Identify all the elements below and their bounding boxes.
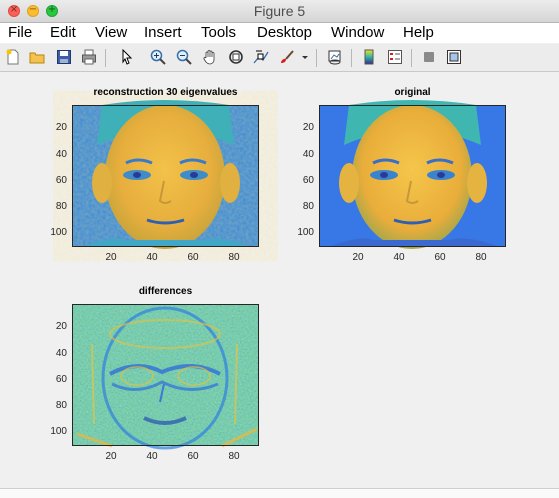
open-folder-icon[interactable]: [29, 49, 45, 65]
pan-hand-icon[interactable]: [202, 49, 218, 65]
dropdown-arrow-icon[interactable]: [300, 49, 310, 65]
x-tick: 40: [393, 252, 405, 263]
menu-edit[interactable]: Edit: [50, 24, 76, 41]
y-tick: 20: [302, 122, 314, 133]
y-tick: 100: [50, 227, 67, 238]
y-tick: 100: [297, 227, 314, 238]
y-tick: 20: [55, 122, 67, 133]
x-tick: 20: [352, 252, 364, 263]
plot-title: original: [394, 87, 431, 98]
face-image-reconstruction: [72, 100, 259, 249]
print-icon[interactable]: [81, 49, 97, 65]
y-tick: 20: [55, 321, 67, 332]
window-title: Figure 5: [253, 3, 306, 19]
new-file-icon[interactable]: [5, 49, 21, 65]
zoom-out-icon[interactable]: [176, 49, 192, 65]
save-icon[interactable]: [56, 49, 72, 65]
show-plot-tools-icon[interactable]: [446, 49, 462, 65]
y-tick: 40: [55, 348, 67, 359]
y-tick: 60: [302, 175, 314, 186]
plot-title: differences: [138, 286, 193, 297]
menu-window[interactable]: Window: [331, 24, 384, 41]
x-tick: 60: [187, 451, 199, 462]
menu-desktop[interactable]: Desktop: [257, 24, 312, 41]
menu-tools[interactable]: Tools: [201, 24, 236, 41]
axes-reconstruction[interactable]: reconstruction 30 eigenvalues 20 40 60 8…: [50, 87, 259, 263]
y-tick: 60: [55, 175, 67, 186]
x-tick: 80: [475, 252, 487, 263]
menu-insert[interactable]: Insert: [144, 24, 182, 41]
y-tick: 80: [302, 201, 314, 212]
y-tick: 100: [50, 426, 67, 437]
x-tick: 80: [228, 451, 240, 462]
y-tick: 80: [55, 201, 67, 212]
x-tick: 20: [105, 252, 117, 263]
difference-image: [72, 304, 259, 450]
x-tick: 40: [146, 451, 158, 462]
legend-icon[interactable]: [387, 49, 403, 65]
x-tick: 80: [228, 252, 240, 263]
menu-view[interactable]: View: [95, 24, 127, 41]
toolbar-separator: [411, 49, 412, 67]
menu-file[interactable]: File: [8, 24, 32, 41]
axes-differences[interactable]: differences 20 40 60 80 100 20 40 60 80: [50, 286, 259, 462]
axes-original[interactable]: original 20 40 60 80 100 20 40 60 80: [297, 87, 506, 263]
plot-title: reconstruction 30 eigenvalues: [93, 87, 238, 98]
brush-icon[interactable]: [279, 49, 295, 65]
menu-bar: File Edit View Insert Tools Desktop Wind…: [0, 23, 559, 43]
pointer-icon[interactable]: [119, 49, 135, 65]
hide-plot-tools-icon[interactable]: [421, 49, 437, 65]
title-bar: × − + Figure 5: [0, 0, 559, 23]
toolbar-separator: [105, 49, 106, 67]
y-tick: 80: [55, 400, 67, 411]
colorbar-icon[interactable]: [361, 49, 377, 65]
data-cursor-icon[interactable]: [253, 49, 269, 65]
toolbar-separator: [351, 49, 352, 67]
x-tick: 40: [146, 252, 158, 263]
y-tick: 60: [55, 374, 67, 385]
rotate-3d-icon[interactable]: [228, 49, 244, 65]
x-tick: 60: [434, 252, 446, 263]
y-tick: 40: [55, 149, 67, 160]
figure-window: × − + Figure 5 File Edit View Insert Too…: [0, 0, 559, 488]
link-plot-icon[interactable]: [327, 49, 343, 65]
figure-toolbar: [0, 44, 559, 72]
face-image-original: [319, 100, 506, 249]
toolbar-separator: [316, 49, 317, 67]
figure-canvas: reconstruction 30 eigenvalues 20 40 60 8…: [0, 72, 559, 488]
y-tick: 40: [302, 149, 314, 160]
x-tick: 20: [105, 451, 117, 462]
zoom-in-icon[interactable]: [150, 49, 166, 65]
x-tick: 60: [187, 252, 199, 263]
menu-help[interactable]: Help: [403, 24, 434, 41]
